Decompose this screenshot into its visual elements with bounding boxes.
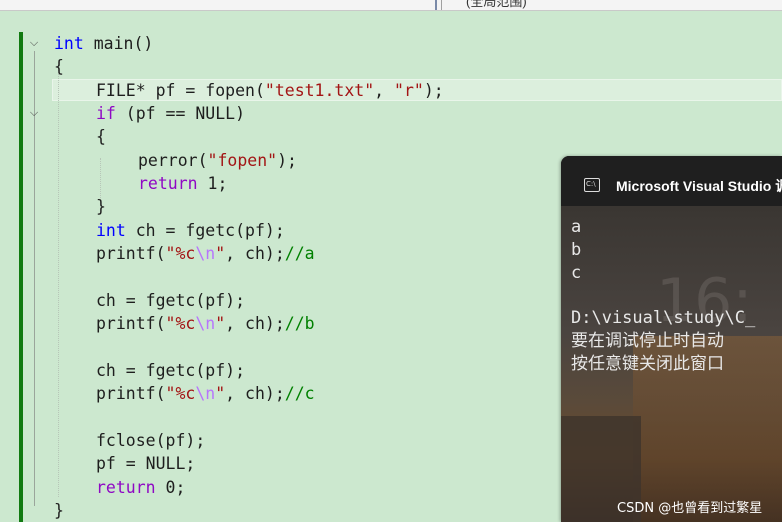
- string-literal: "%c: [165, 244, 196, 263]
- console-titlebar[interactable]: C:\ Microsoft Visual Studio 调: [561, 156, 782, 206]
- code-text: }: [96, 197, 106, 216]
- string-literal: "fopen": [207, 151, 278, 170]
- console-output-line: 要在调试停止时自动: [571, 331, 724, 351]
- code-line: printf("%c\n", ch);//a: [96, 242, 315, 265]
- keyword: if: [96, 104, 116, 123]
- code-line: }: [54, 499, 64, 522]
- string-literal: "r": [394, 81, 424, 100]
- code-text: {: [96, 127, 106, 146]
- code-text: printf(: [96, 314, 166, 333]
- code-line: pf = NULL;: [96, 452, 195, 475]
- code-line: FILE* pf = fopen("test1.txt", "r");: [96, 79, 444, 102]
- change-tracking-bar: [19, 32, 23, 522]
- code-line: printf("%c\n", ch);//c: [96, 382, 315, 405]
- code-line: }: [96, 195, 106, 218]
- comment: //c: [284, 384, 315, 403]
- string-literal: "%c: [165, 314, 196, 333]
- fold-line: [34, 121, 35, 216]
- terminal-icon: C:\: [584, 178, 600, 192]
- string-literal: "test1.txt": [264, 81, 375, 100]
- code-text: printf(: [96, 384, 166, 403]
- scope-dropdown[interactable]: (全局范围): [466, 0, 527, 10]
- code-line: {: [54, 55, 64, 78]
- code-text: fclose(pf);: [96, 431, 206, 450]
- indent-guide: [58, 65, 59, 497]
- code-text: ch = fgetc(pf);: [96, 291, 246, 310]
- code-line: printf("%c\n", ch);//b: [96, 312, 315, 335]
- fold-line: [34, 51, 35, 506]
- console-output-line: 按任意键关闭此窗口: [571, 354, 724, 374]
- keyword: return: [96, 478, 156, 497]
- comment: //b: [284, 314, 315, 333]
- code-text: , ch);: [225, 384, 285, 403]
- code-text: }: [54, 501, 64, 520]
- code-line: int main(): [54, 32, 153, 55]
- escape-sequence: \n: [195, 244, 216, 263]
- debug-console-window[interactable]: 16: C:\ Microsoft Visual Studio 调 a b c …: [561, 156, 782, 522]
- csdn-watermark: CSDN @也曾看到过繁星: [617, 501, 763, 516]
- code-line: return 1;: [138, 172, 227, 195]
- console-output-line: a: [571, 217, 582, 237]
- code-text: FILE* pf = fopen(: [96, 81, 265, 100]
- code-text: main(): [83, 34, 154, 53]
- code-text: );: [277, 151, 297, 170]
- code-text: 0;: [155, 478, 186, 497]
- collapse-if-icon[interactable]: ⌵: [28, 107, 40, 119]
- code-line: ch = fgetc(pf);: [96, 289, 245, 312]
- code-text: , ch);: [225, 314, 285, 333]
- string-literal: "%c: [165, 384, 196, 403]
- console-title: Microsoft Visual Studio 调: [616, 178, 782, 194]
- string-literal: ": [215, 314, 226, 333]
- comment: //a: [284, 244, 315, 263]
- code-text: 1;: [197, 174, 228, 193]
- string-literal: ": [215, 384, 226, 403]
- code-text: ch = fgetc(pf);: [96, 361, 246, 380]
- code-line: fclose(pf);: [96, 429, 205, 452]
- tab-separator: [441, 0, 442, 10]
- code-text: );: [423, 81, 444, 100]
- code-line: return 0;: [96, 476, 185, 499]
- keyword: int: [54, 34, 84, 53]
- string-literal: ": [215, 244, 226, 263]
- console-output-line: b: [571, 240, 582, 260]
- code-line: {: [96, 125, 106, 148]
- code-line: ch = fgetc(pf);: [96, 359, 245, 382]
- code-line: if (pf == NULL): [96, 102, 245, 125]
- code-line: int ch = fgetc(pf);: [96, 219, 285, 242]
- code-text: {: [54, 57, 64, 76]
- console-output-line: c: [571, 263, 582, 283]
- code-text: pf = NULL;: [96, 454, 196, 473]
- code-text: printf(: [96, 244, 166, 263]
- code-text: (pf == NULL): [115, 104, 246, 123]
- indent-guide: [100, 158, 101, 198]
- console-output-line: D:\visual\study\C_: [571, 308, 756, 328]
- escape-sequence: \n: [195, 314, 216, 333]
- keyword: int: [96, 221, 126, 240]
- code-text: , ch);: [225, 244, 285, 263]
- escape-sequence: \n: [195, 384, 216, 403]
- code-text: ch = fgetc(pf);: [125, 221, 285, 240]
- collapse-main-icon[interactable]: ⌵: [28, 37, 40, 49]
- keyword: return: [138, 174, 198, 193]
- tab-separator: [435, 0, 437, 10]
- code-text: perror(: [138, 151, 208, 170]
- code-text: ,: [374, 81, 395, 100]
- code-line: perror("fopen");: [138, 149, 297, 172]
